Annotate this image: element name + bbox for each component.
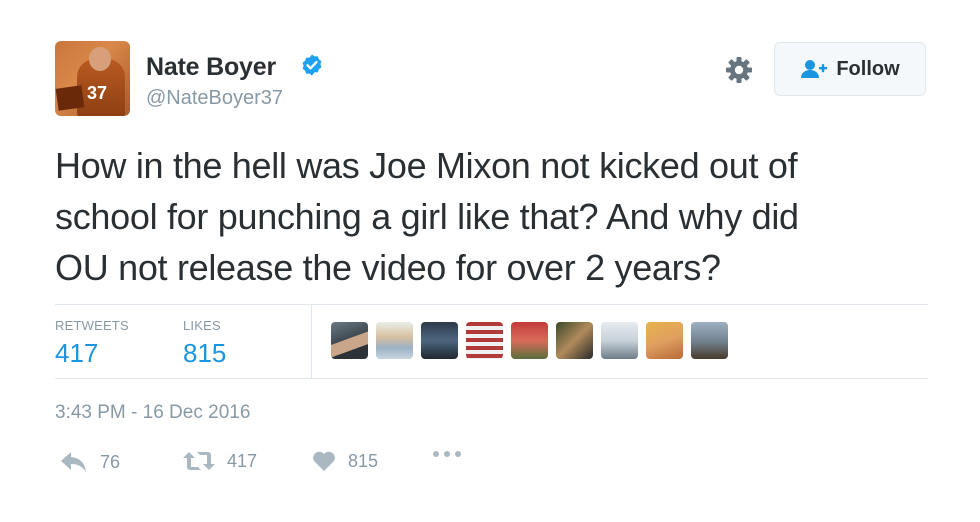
liker-avatar[interactable] bbox=[601, 322, 638, 359]
verified-badge-icon bbox=[302, 54, 322, 76]
liker-avatar[interactable] bbox=[376, 322, 413, 359]
user-handle[interactable]: @NateBoyer37 bbox=[146, 87, 283, 110]
more-button[interactable] bbox=[432, 450, 462, 458]
tweet-line: How in the hell was Joe Mixon not kicked… bbox=[55, 145, 798, 186]
avatar-head bbox=[89, 47, 111, 71]
like-button[interactable]: 815 bbox=[312, 450, 378, 472]
retweet-icon bbox=[183, 452, 215, 470]
avatar-logo bbox=[55, 85, 85, 111]
retweets-label: RETWEETS bbox=[55, 318, 129, 333]
retweets-count[interactable]: 417 bbox=[55, 338, 98, 369]
more-dots-icon bbox=[433, 451, 461, 457]
avatar-jersey-number: 37 bbox=[87, 83, 108, 103]
liker-avatar[interactable] bbox=[691, 322, 728, 359]
reply-icon bbox=[61, 452, 86, 472]
stats-top-divider bbox=[55, 304, 928, 305]
liker-avatar[interactable] bbox=[466, 322, 503, 359]
likes-label: LIKES bbox=[183, 318, 221, 333]
gear-icon[interactable] bbox=[724, 55, 754, 85]
likes-count[interactable]: 815 bbox=[183, 338, 226, 369]
user-name[interactable]: Nate Boyer bbox=[146, 53, 276, 82]
heart-icon bbox=[313, 451, 335, 471]
like-count: 815 bbox=[348, 450, 379, 471]
liker-avatar[interactable] bbox=[646, 322, 683, 359]
tweet-timestamp[interactable]: 3:43 PM - 16 Dec 2016 bbox=[55, 402, 250, 424]
tweet-text: How in the hell was Joe Mixon not kicked… bbox=[55, 140, 935, 293]
follow-person-icon bbox=[801, 60, 828, 78]
retweet-count: 417 bbox=[227, 450, 258, 471]
tweet-line: school for punching a girl like that? An… bbox=[55, 196, 799, 237]
reply-count: 76 bbox=[100, 451, 121, 472]
liker-avatar[interactable] bbox=[331, 322, 368, 359]
stats-separator bbox=[311, 305, 312, 378]
liker-avatar[interactable] bbox=[511, 322, 548, 359]
follow-button-label: Follow bbox=[836, 57, 900, 80]
likers-avatars bbox=[331, 322, 728, 359]
liker-avatar[interactable] bbox=[556, 322, 593, 359]
tweet-line: OU not release the video for over 2 year… bbox=[55, 247, 721, 288]
user-avatar[interactable]: 37 bbox=[55, 41, 130, 116]
liker-avatar[interactable] bbox=[421, 322, 458, 359]
reply-button[interactable]: 76 bbox=[60, 450, 120, 474]
follow-button[interactable]: Follow bbox=[774, 42, 926, 96]
stats-bottom-divider bbox=[55, 378, 928, 379]
retweet-button[interactable]: 417 bbox=[183, 450, 257, 472]
